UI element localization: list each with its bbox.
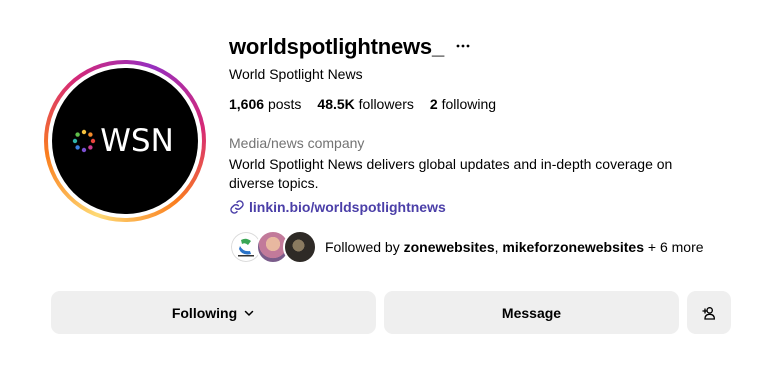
message-button[interactable]: Message [384,291,679,334]
username[interactable]: worldspotlightnews_ [229,34,444,60]
following-button[interactable]: Following [51,291,376,334]
followed-by-separator: , [494,239,499,255]
avatar-logo-text: WSN [100,123,174,159]
posts-label: posts [267,96,302,112]
more-horizontal-icon [456,44,470,48]
followed-by-row[interactable]: Followed by zonewebsites, mikeforzoneweb… [229,230,704,264]
wsn-logo: WSN [72,123,174,159]
username-row: worldspotlightnews_ [229,34,470,60]
followed-by-text: Followed by zonewebsites, mikeforzoneweb… [325,239,704,255]
following-label: following [441,96,497,112]
followers-count: 48.5K [317,96,355,112]
bio-link-text[interactable]: linkin.bio/worldspotlightnews [249,199,446,215]
globe-dots-icon [73,129,96,153]
profile-avatar[interactable]: WSN [44,60,206,222]
add-user-icon [702,306,716,320]
message-button-label: Message [501,304,562,321]
profile-bio: World Spotlight News delivers global upd… [229,156,673,191]
following-count: 2 [429,96,438,112]
posts-count: 1,606 [229,96,265,112]
followed-by-suffix: + 6 more [647,239,704,255]
followed-by-user-2: mikeforzonewebsites [502,239,645,255]
following-button-label: Following [171,304,238,321]
following-stat[interactable]: 2 following [430,96,496,112]
bio-link[interactable]: linkin.bio/worldspotlightnews [229,199,446,215]
profile-page: WSN worldspotlightnews_ World Spotlight … [0,0,781,366]
followers-label: followers [358,96,414,112]
avatar-image: WSN [52,68,198,214]
more-options-button[interactable] [456,36,470,52]
followed-by-prefix: Followed by [325,239,400,255]
profile-stats: 1,606 posts 48.5K followers 2 following [229,96,496,112]
full-name: World Spotlight News [229,66,363,82]
posts-stat: 1,606 posts [229,96,301,112]
suggested-users-button[interactable] [687,291,731,334]
follower-avatar-3 [283,230,317,264]
followed-by-user-1: zonewebsites [403,239,495,255]
followers-stat[interactable]: 48.5K followers [317,96,414,112]
chevron-down-icon [243,307,255,319]
link-icon [230,200,244,214]
profile-category: Media/news company [229,135,365,151]
